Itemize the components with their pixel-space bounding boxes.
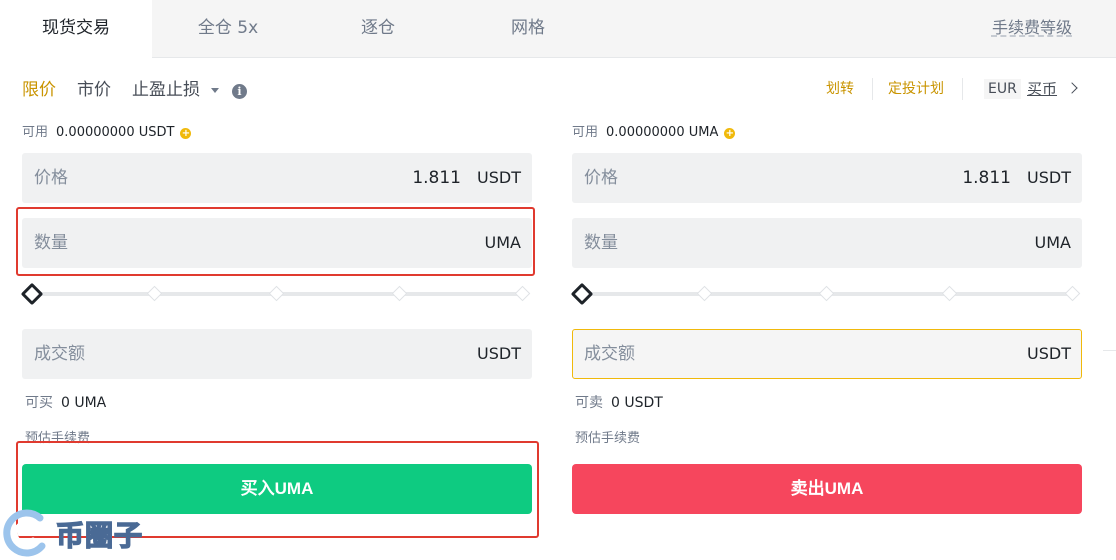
plus-circle-icon[interactable]: + (180, 128, 192, 139)
max-sell-value: 0 USDT (611, 395, 663, 411)
estimated-fee: 预估手续费 (575, 431, 641, 446)
slider-mark-75[interactable] (391, 285, 408, 302)
slider-mark-25[interactable] (146, 285, 163, 302)
max-buy-label: 可买 (25, 395, 53, 411)
sell-quantity-field[interactable]: 数量 UMA (572, 218, 1082, 268)
highlight-quantity-box (16, 207, 535, 276)
slider-mark-50[interactable] (818, 285, 835, 302)
quantity-label: 数量 (584, 233, 618, 253)
watermark-text: 币圈子 (55, 518, 144, 553)
sell-button[interactable]: 卖出UMA (572, 464, 1082, 514)
price-label: 价格 (34, 168, 68, 188)
sell-available: 可用 0.00000000 UMA + (572, 124, 736, 142)
total-label: 成交额 (584, 344, 635, 364)
available-label: 可用 (22, 125, 49, 140)
slider-mark-100[interactable] (514, 285, 531, 302)
plus-circle-icon[interactable]: + (724, 128, 736, 139)
slider-handle[interactable] (570, 282, 594, 306)
total-label: 成交额 (34, 344, 85, 364)
sell-total-field[interactable]: 成交额 USDT (572, 329, 1082, 379)
sell-panel: 可用 0.00000000 UMA + 价格 1.811 USDT 数量 UMA 成… (570, 0, 1082, 560)
buy-price-field[interactable]: 价格 1.811 USDT (22, 153, 532, 203)
buy-percent-slider[interactable] (20, 282, 532, 306)
quantity-unit: UMA (1034, 233, 1071, 252)
sell-price-field[interactable]: 价格 1.811 USDT (572, 153, 1082, 203)
buy-available: 可用 0.00000000 USDT + (22, 124, 192, 142)
slider-mark-25[interactable] (696, 285, 713, 302)
price-input[interactable]: 1.811 (412, 154, 461, 202)
divider (1103, 350, 1116, 351)
sell-percent-slider[interactable] (570, 282, 1082, 306)
max-sell-label: 可卖 (575, 395, 603, 411)
slider-mark-100[interactable] (1064, 285, 1081, 302)
price-label: 价格 (584, 168, 618, 188)
max-sell: 可卖 0 USDT (575, 394, 663, 412)
slider-handle[interactable] (20, 282, 44, 306)
price-unit: USDT (1027, 168, 1071, 187)
total-unit: USDT (477, 344, 521, 363)
available-value: 0.00000000 USDT (56, 125, 175, 140)
max-buy-value: 0 UMA (61, 395, 107, 411)
available-label: 可用 (572, 125, 599, 140)
max-buy: 可买 0 UMA (25, 394, 106, 412)
watermark: 币圈子 (2, 508, 152, 558)
watermark-logo-icon (3, 509, 46, 557)
available-value: 0.00000000 UMA (606, 125, 719, 140)
buy-total-field[interactable]: 成交额 USDT (22, 329, 532, 379)
price-unit: USDT (477, 168, 521, 187)
slider-mark-75[interactable] (941, 285, 958, 302)
slider-mark-50[interactable] (268, 285, 285, 302)
price-input[interactable]: 1.811 (962, 154, 1011, 202)
total-unit: USDT (1027, 344, 1071, 363)
